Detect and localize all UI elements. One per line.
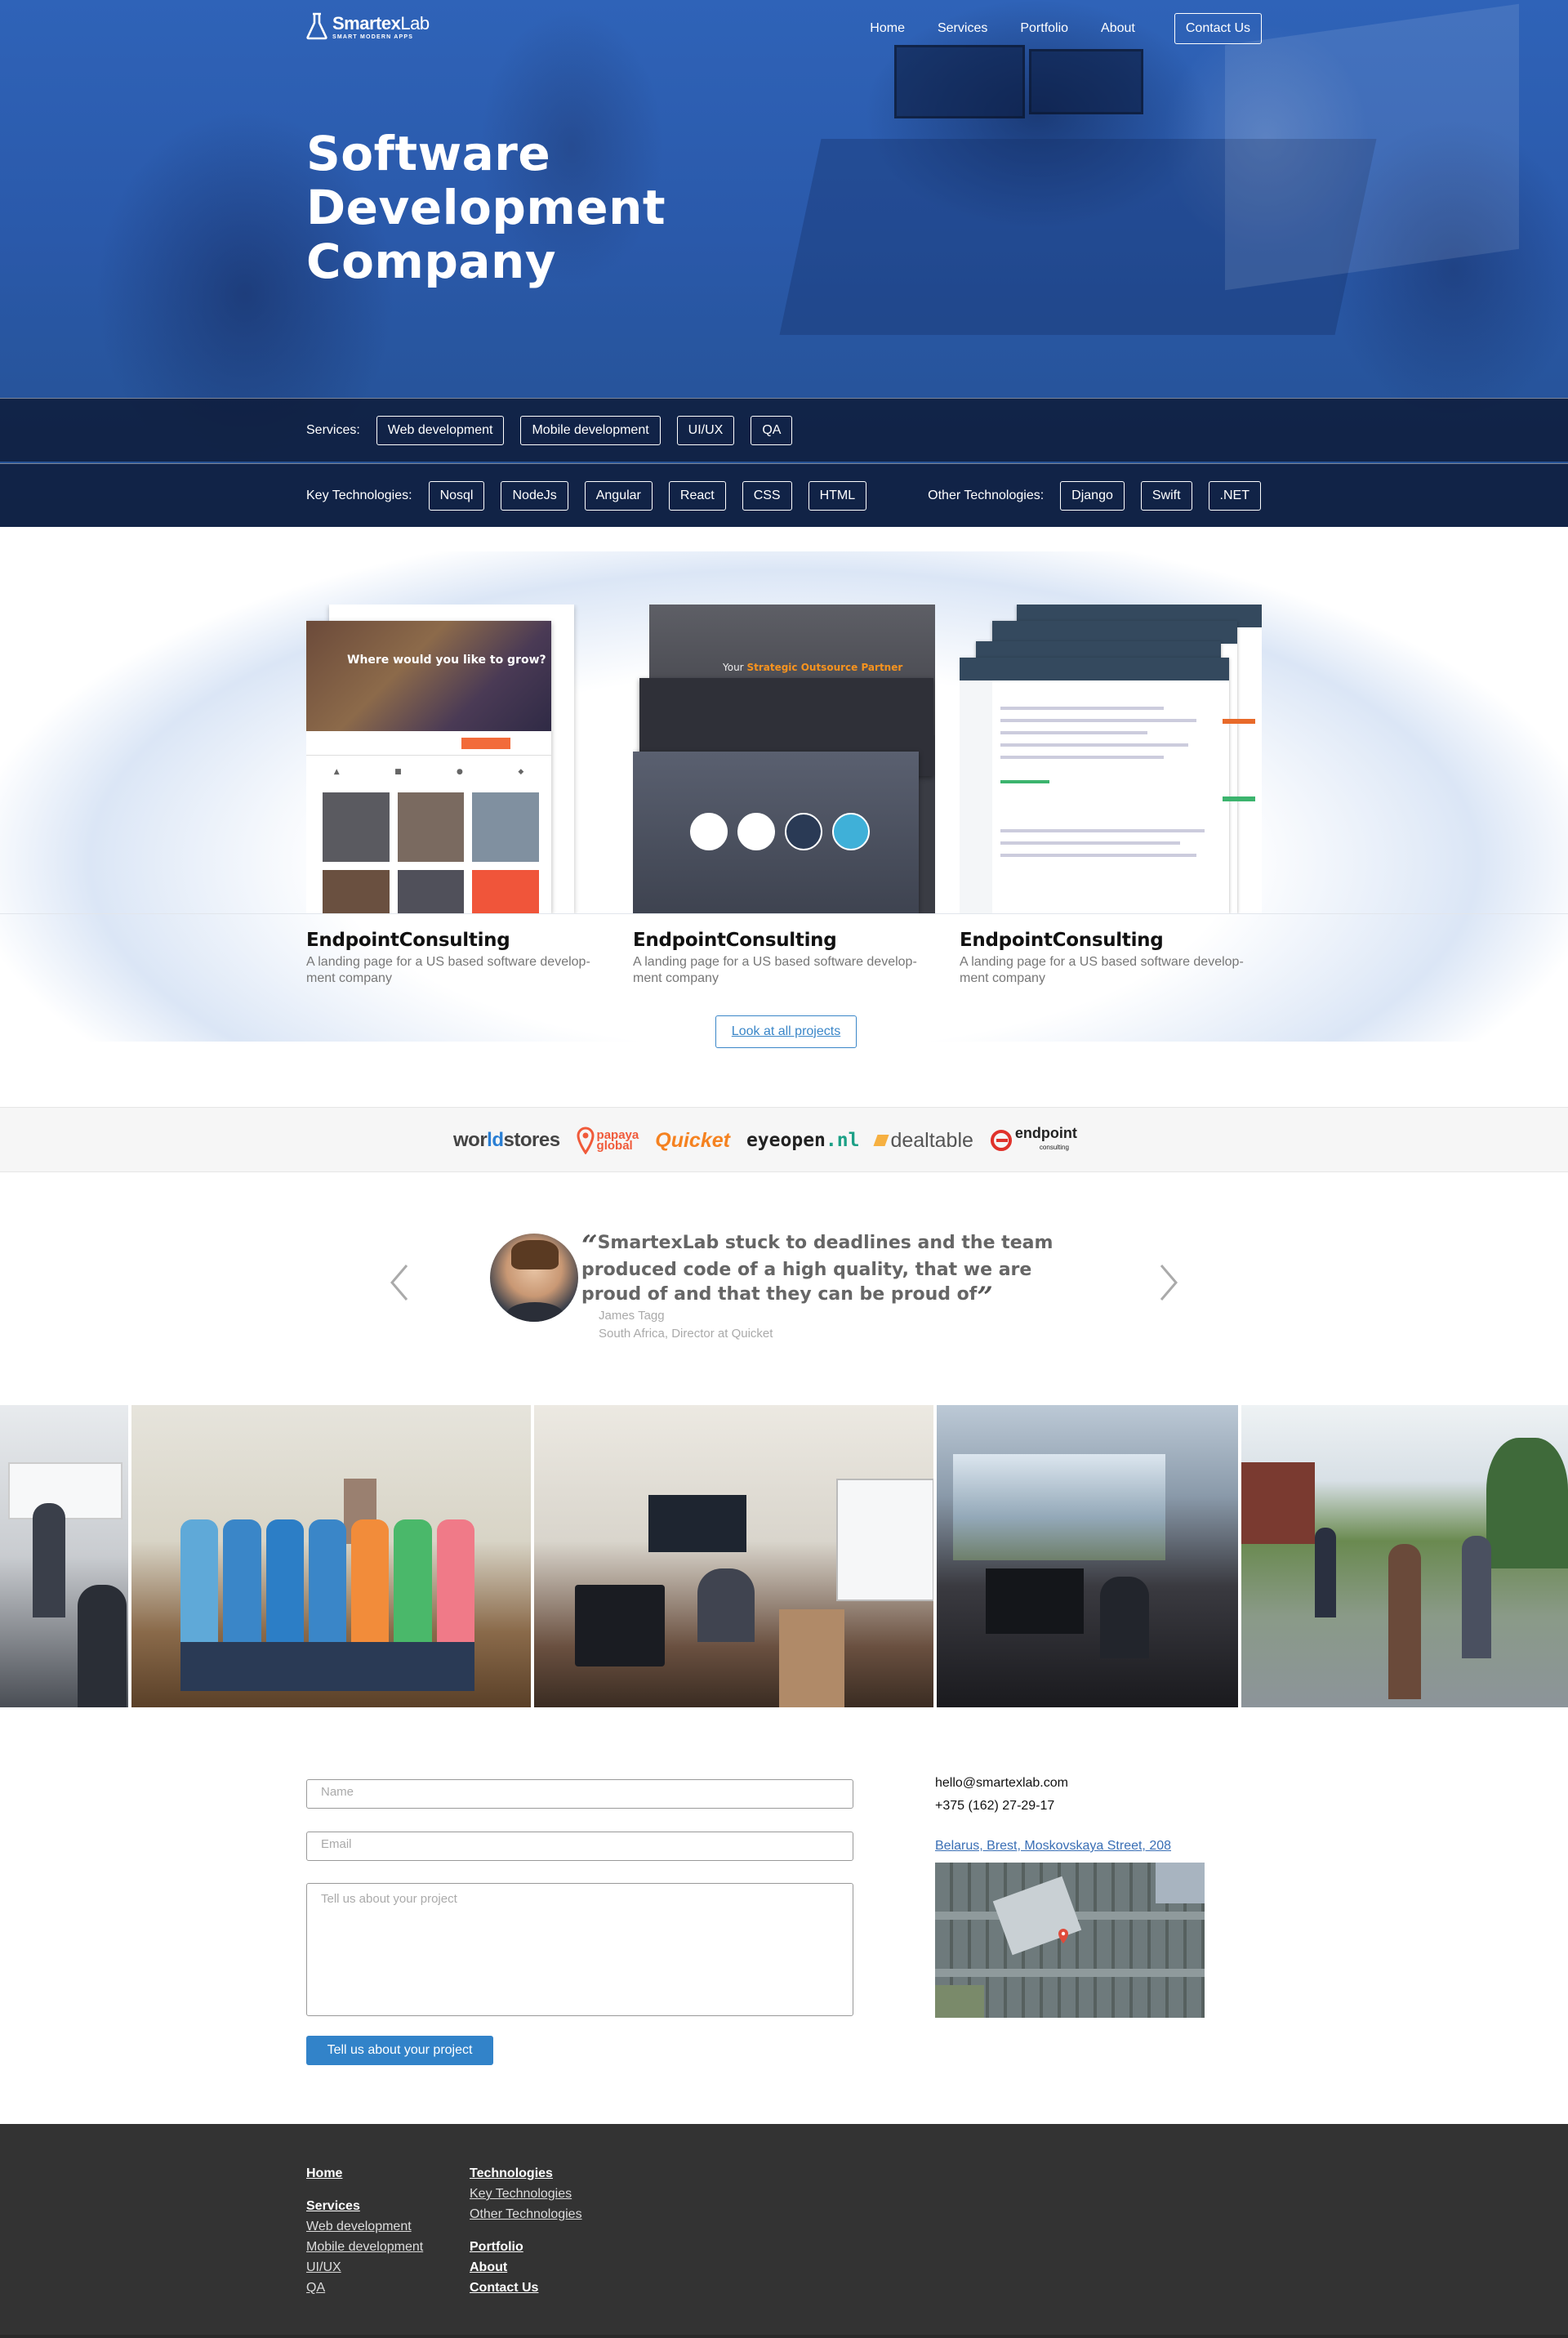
logo-tagline: SMART MODERN APPS [332, 33, 414, 40]
projects-section: Where would you like to grow? ▲ ■ ● ◆ Endpo… [0, 527, 1568, 1107]
project-screenshot[interactable]: Your Strategic Outsource Partner [633, 605, 935, 913]
nav-portfolio[interactable]: Portfolio [1020, 21, 1068, 36]
footer-services-link[interactable]: Services [306, 2196, 423, 2216]
project-title[interactable]: EndpointConsulting [633, 930, 935, 951]
project-description: A landing page for a US based software d… [633, 955, 917, 985]
tag-css[interactable]: CSS [742, 481, 792, 511]
footer-key-technologies-link[interactable]: Key Technologies [470, 2184, 582, 2204]
email-field[interactable]: Email [306, 1832, 853, 1861]
tag-qa[interactable]: QA [751, 416, 793, 445]
team-photo-gallery [0, 1405, 1568, 1707]
footer-other-technologies-link[interactable]: Other Technologies [470, 2204, 582, 2224]
footer-ui-ux-link[interactable]: UI/UX [306, 2257, 423, 2278]
footer-technologies-link[interactable]: Technologies [470, 2163, 582, 2184]
gallery-photo [0, 1405, 128, 1707]
footer-column-secondary: Technologies Key Technologies Other Tech… [470, 2163, 582, 2298]
footer-column-main: Home Services Web development Mobile dev… [306, 2163, 423, 2298]
logo[interactable]: SmartexLab SMART MODERN APPS [306, 12, 430, 40]
tag-react[interactable]: React [668, 481, 726, 511]
nav-home[interactable]: Home [870, 21, 905, 36]
client-logo-endpoint: endpoint consulting [990, 1126, 1077, 1153]
chevron-right-icon[interactable] [1155, 1262, 1183, 1303]
project-description: A landing page for a US based software d… [306, 955, 590, 985]
contact-email[interactable]: hello@smartexlab.com [935, 1776, 1068, 1791]
clients-bar: wor ld stores papaya global Quicket eyeopen… [0, 1107, 1568, 1172]
tag-web-development[interactable]: Web development [376, 416, 505, 445]
location-map[interactable] [935, 1863, 1205, 2018]
gallery-photo [1241, 1405, 1568, 1707]
testimonial-quote: “SmartexLab stuck to deadlines and the t… [581, 1229, 1054, 1314]
tag-html[interactable]: HTML [808, 481, 867, 511]
project-title[interactable]: EndpointConsulting [306, 930, 608, 951]
tag-swift[interactable]: Swift [1140, 481, 1192, 511]
client-logo-quicket: Quicket [655, 1128, 730, 1152]
footer-web-development-link[interactable]: Web development [306, 2216, 423, 2237]
services-bar: Services: Web development Mobile develop… [0, 398, 1568, 462]
gallery-photo [534, 1405, 933, 1707]
contact-section: Name Email Tell us about your project Te… [0, 1707, 1568, 2124]
tag-ui-ux[interactable]: UI/UX [676, 416, 735, 445]
footer-home-link[interactable]: Home [306, 2163, 423, 2184]
tag-nodejs[interactable]: NodeJs [501, 481, 568, 511]
project-title[interactable]: EndpointConsulting [960, 930, 1262, 951]
client-logo-dealtable: dealtable [873, 1129, 973, 1153]
footer-portfolio-link[interactable]: Portfolio [470, 2237, 582, 2257]
footer: Home Services Web development Mobile dev… [0, 2124, 1568, 2338]
testimonial-section: “SmartexLab stuck to deadlines and the t… [0, 1172, 1568, 1405]
top-navigation: SmartexLab SMART MODERN APPS Home Servic… [306, 12, 1262, 45]
testimonial-author: James Tagg South Africa, Director at Qui… [599, 1309, 773, 1341]
main-menu: Home Services Portfolio About Contact Us [837, 12, 1262, 45]
logo-title: SmartexLab [332, 12, 430, 33]
contact-phone[interactable]: +375 (162) 27-29-17 [935, 1799, 1054, 1814]
name-field[interactable]: Name [306, 1779, 853, 1809]
tag-angular[interactable]: Angular [584, 481, 653, 511]
client-logo-papaya-global: papaya global [577, 1127, 639, 1154]
footer-contact-link[interactable]: Contact Us [470, 2278, 582, 2298]
client-logo-eyeopen: eyeopen .nl [746, 1130, 860, 1151]
client-logo-worldstores: wor ld stores [453, 1129, 560, 1151]
tag-nosql[interactable]: Nosql [428, 481, 485, 511]
gallery-photo [937, 1405, 1238, 1707]
project-screenshot[interactable]: Where would you like to grow? ▲ ■ ● ◆ [306, 605, 608, 913]
technologies-bar: Key Technologies: Nosql NodeJs Angular R… [0, 463, 1568, 527]
project-card[interactable]: EndpointConsulting A landing page for a … [960, 605, 1262, 987]
look-at-all-projects-button[interactable]: Look at all projects [715, 1015, 857, 1048]
nav-about[interactable]: About [1101, 21, 1135, 36]
flask-logo-icon [306, 12, 327, 40]
key-technologies-label: Key Technologies: [306, 489, 412, 502]
contact-address-link[interactable]: Belarus, Brest, Moskovskaya Street, 208 [935, 1839, 1171, 1854]
footer-qa-link[interactable]: QA [306, 2278, 423, 2298]
chevron-left-icon[interactable] [385, 1262, 413, 1303]
tag-django[interactable]: Django [1060, 481, 1125, 511]
project-card[interactable]: Your Strategic Outsource Partner Endpoin… [633, 605, 935, 987]
map-pin-icon [1058, 1928, 1069, 1948]
services-label: Services: [306, 423, 360, 437]
nav-services[interactable]: Services [938, 21, 987, 36]
other-technologies-label: Other Technologies: [928, 489, 1045, 502]
project-screenshot[interactable] [960, 605, 1262, 913]
tag-dotnet[interactable]: .NET [1208, 481, 1261, 511]
hero-title: Software Development Company [306, 126, 666, 289]
tag-mobile-development[interactable]: Mobile development [520, 416, 661, 445]
testimonial-avatar [490, 1234, 578, 1322]
project-card[interactable]: Where would you like to grow? ▲ ■ ● ◆ Endpo… [306, 605, 608, 987]
submit-project-button[interactable]: Tell us about your project [306, 2036, 493, 2065]
project-description: A landing page for a US based software d… [960, 955, 1244, 985]
hero-section: SmartexLab SMART MODERN APPS Home Servic… [0, 0, 1568, 527]
footer-mobile-development-link[interactable]: Mobile development [306, 2237, 423, 2257]
contact-us-button[interactable]: Contact Us [1174, 13, 1262, 44]
message-textarea[interactable]: Tell us about your project [306, 1883, 853, 2016]
footer-about-link[interactable]: About [470, 2257, 582, 2278]
gallery-photo [131, 1405, 531, 1707]
